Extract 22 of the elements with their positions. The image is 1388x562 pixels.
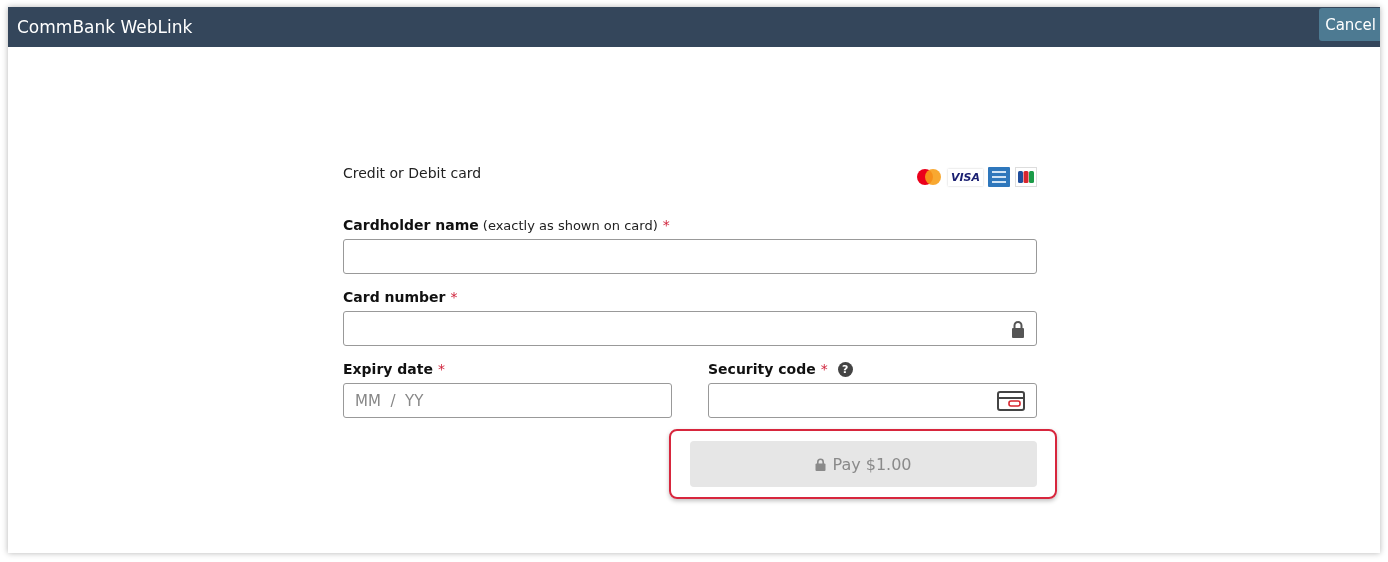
lock-icon: [1011, 319, 1025, 338]
section-heading: Credit or Debit card: [343, 165, 482, 181]
field-label: Security code: [708, 361, 816, 377]
field-hint: (exactly as shown on card): [482, 217, 658, 233]
field-label: Cardholder name: [343, 217, 479, 233]
field-label: Expiry date: [343, 361, 433, 377]
lock-icon: [815, 457, 827, 471]
visa-logo: VISA: [947, 168, 983, 186]
app-title: CommBank WebLink: [17, 17, 193, 37]
input-field[interactable]: [708, 383, 1037, 418]
card-icon: [997, 390, 1025, 411]
input-field[interactable]: [343, 239, 1037, 274]
help-icon[interactable]: ?: [837, 361, 853, 377]
required-mark: *: [662, 217, 670, 233]
cancel-button[interactable]: Cancel: [1319, 8, 1380, 41]
required-mark: *: [820, 361, 828, 377]
required-mark: *: [450, 289, 458, 305]
mastercard-logo-icon: [914, 168, 943, 186]
input-field[interactable]: MM / YY: [343, 383, 672, 418]
required-mark: *: [438, 361, 445, 377]
field-label: Card number: [343, 289, 446, 305]
input-field[interactable]: [343, 311, 1037, 346]
